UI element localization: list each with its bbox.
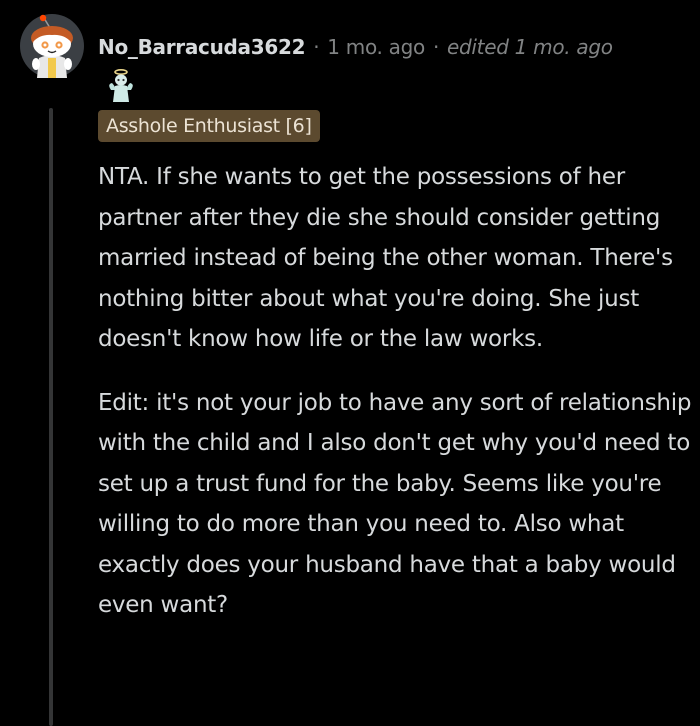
comment: No_Barracuda3622 · 1 mo. ago · edited 1 … bbox=[0, 0, 700, 726]
user-flair: Asshole Enthusiast [6] bbox=[98, 110, 320, 142]
meta-separator: · bbox=[432, 35, 439, 59]
angel-award-icon[interactable] bbox=[106, 68, 136, 104]
user-avatar[interactable] bbox=[20, 14, 84, 78]
timestamp[interactable]: 1 mo. ago bbox=[327, 35, 425, 59]
thread-collapse-line[interactable] bbox=[49, 108, 53, 726]
comment-meta: No_Barracuda3622 · 1 mo. ago · edited 1 … bbox=[98, 30, 613, 64]
snoo-avatar-icon bbox=[20, 14, 84, 78]
meta-separator: · bbox=[313, 35, 320, 59]
username-link[interactable]: No_Barracuda3622 bbox=[98, 35, 306, 59]
comment-paragraph: Edit: it's not your job to have any sort… bbox=[98, 389, 692, 619]
comment-body: NTA. If she wants to get the possessions… bbox=[98, 157, 694, 626]
edited-label: edited 1 mo. ago bbox=[447, 35, 613, 59]
comment-paragraph: NTA. If she wants to get the possessions… bbox=[98, 164, 673, 352]
